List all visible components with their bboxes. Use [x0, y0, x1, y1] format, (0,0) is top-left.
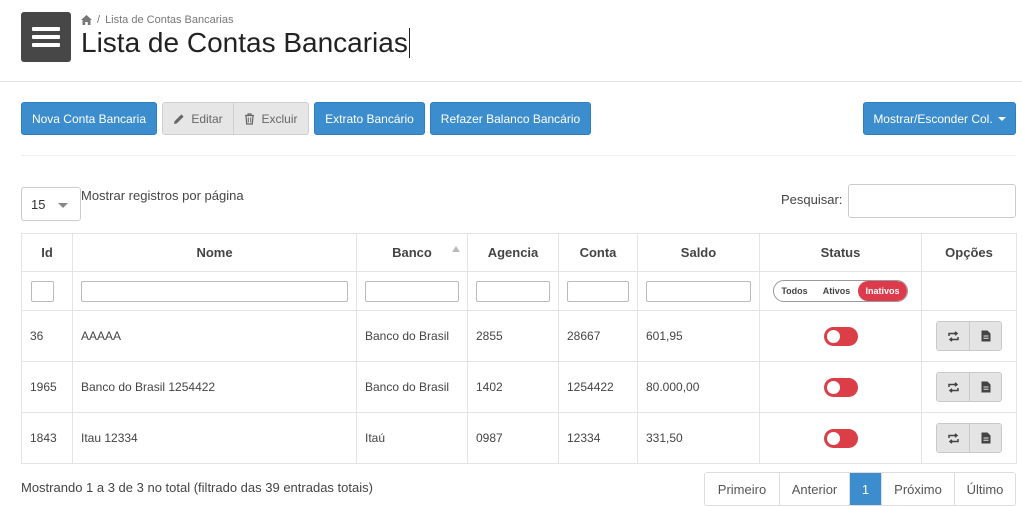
- rebalance-button[interactable]: Refazer Balanco Bancário: [430, 102, 591, 135]
- cell-conta: 1254422: [558, 361, 638, 413]
- table-header-row: Id Nome Banco Agencia Conta Saldo Status…: [21, 233, 1017, 272]
- search-input[interactable]: [848, 184, 1016, 218]
- new-account-button[interactable]: Nova Conta Bancaria: [21, 102, 157, 135]
- page-length-select[interactable]: 15: [21, 187, 81, 221]
- page-header: / Lista de Contas Bancarias Lista de Con…: [0, 0, 1022, 82]
- toggle-knob: [826, 431, 840, 445]
- hamburger-icon-line: [32, 35, 60, 39]
- toggle-columns-label: Mostrar/Esconder Col.: [873, 111, 993, 126]
- row-options: [936, 372, 1002, 402]
- breadcrumb-current: Lista de Contas Bancarias: [105, 14, 234, 26]
- cell-banco: Banco do Brasil: [356, 310, 468, 362]
- new-account-label: Nova Conta Bancaria: [31, 111, 147, 126]
- cell-saldo: 80.000,00: [637, 361, 760, 413]
- table-row[interactable]: 1843 Itau 12334 Itaú 0987 12334 331,50: [21, 412, 1017, 464]
- filter-nome-input[interactable]: [81, 280, 348, 302]
- repeat-icon[interactable]: [937, 373, 969, 401]
- repeat-icon[interactable]: [937, 424, 969, 452]
- pencil-icon: [173, 113, 185, 125]
- text-cursor: [408, 28, 410, 58]
- filter-banco-input[interactable]: [365, 280, 459, 302]
- toggle-columns-button[interactable]: Mostrar/Esconder Col.: [863, 102, 1016, 135]
- column-header-conta[interactable]: Conta: [558, 233, 638, 272]
- column-header-status[interactable]: Status: [759, 233, 922, 272]
- delete-button[interactable]: Excluir: [233, 102, 309, 135]
- cell-conta: 28667: [558, 310, 638, 362]
- row-options: [936, 423, 1002, 453]
- filter-id-input[interactable]: [31, 280, 54, 302]
- column-header-opcoes: Opções: [921, 233, 1017, 272]
- table-row[interactable]: 1965 Banco do Brasil 1254422 Banco do Br…: [21, 361, 1017, 413]
- edit-button[interactable]: Editar: [162, 102, 234, 135]
- status-toggle[interactable]: [823, 428, 858, 448]
- rebalance-label: Refazer Balanco Bancário: [440, 111, 581, 126]
- column-header-saldo[interactable]: Saldo: [637, 233, 760, 272]
- pager-last[interactable]: Último: [954, 473, 1015, 505]
- column-header-id[interactable]: Id: [21, 233, 73, 272]
- status-toggle[interactable]: [823, 326, 858, 346]
- cell-banco: Banco do Brasil: [356, 361, 468, 413]
- edit-label: Editar: [191, 111, 223, 126]
- bank-accounts-table: Id Nome Banco Agencia Conta Saldo Status…: [21, 233, 1017, 464]
- page-title: Lista de Contas Bancarias: [81, 26, 410, 60]
- column-header-nome[interactable]: Nome: [72, 233, 357, 272]
- status-filter-inactive[interactable]: Inativos: [858, 281, 907, 301]
- cell-agencia: 2855: [467, 310, 559, 362]
- document-icon[interactable]: [969, 322, 1001, 350]
- cell-nome: Itau 12334: [72, 412, 357, 464]
- pager-next[interactable]: Próximo: [881, 473, 954, 505]
- pager-page-1[interactable]: 1: [849, 473, 881, 505]
- row-options: [936, 321, 1002, 351]
- hamburger-icon-line: [32, 43, 60, 47]
- cell-banco: Itaú: [356, 412, 468, 464]
- cell-id: 1965: [21, 361, 73, 413]
- document-icon[interactable]: [969, 373, 1001, 401]
- cell-agencia: 0987: [467, 412, 559, 464]
- bank-statement-button[interactable]: Extrato Bancário: [314, 102, 425, 135]
- repeat-icon[interactable]: [937, 322, 969, 350]
- column-header-banco[interactable]: Banco: [356, 233, 468, 272]
- bank-statement-label: Extrato Bancário: [325, 111, 414, 126]
- status-filter-active[interactable]: Ativos: [815, 281, 858, 301]
- delete-label: Excluir: [261, 111, 298, 126]
- document-icon[interactable]: [969, 424, 1001, 452]
- pagination: Primeiro Anterior 1 Próximo Último: [704, 472, 1016, 506]
- toolbar-divider: [21, 155, 1016, 156]
- filter-conta-input[interactable]: [567, 280, 629, 302]
- cell-conta: 12334: [558, 412, 638, 464]
- filter-saldo-input[interactable]: [646, 280, 751, 302]
- filter-row: Todos Ativos Inativos: [21, 271, 1017, 311]
- toggle-knob: [826, 329, 840, 343]
- cell-nome: AAAAA: [72, 310, 357, 362]
- pager-first[interactable]: Primeiro: [705, 473, 779, 505]
- page-title-text: Lista de Contas Bancarias: [81, 27, 408, 58]
- table-info: Mostrando 1 a 3 de 3 no total (filtrado …: [21, 480, 373, 495]
- status-toggle[interactable]: [823, 377, 858, 397]
- cell-saldo: 331,50: [637, 412, 760, 464]
- cell-agencia: 1402: [467, 361, 559, 413]
- pager-previous[interactable]: Anterior: [779, 473, 849, 505]
- home-icon[interactable]: [81, 15, 92, 25]
- breadcrumb: / Lista de Contas Bancarias: [81, 14, 233, 26]
- breadcrumb-separator: /: [97, 14, 101, 26]
- filter-agencia-input[interactable]: [476, 280, 550, 302]
- page-length-label: Mostrar registros por página: [81, 188, 244, 203]
- trash-icon: [244, 112, 255, 125]
- chevron-down-icon: [58, 203, 68, 208]
- cell-nome: Banco do Brasil 1254422: [72, 361, 357, 413]
- caret-down-icon: [997, 116, 1006, 121]
- status-filter-toggle: Todos Ativos Inativos: [773, 280, 908, 302]
- menu-toggle-button[interactable]: [21, 12, 71, 62]
- page-length-value: 15: [31, 196, 46, 212]
- status-filter-all[interactable]: Todos: [774, 281, 815, 301]
- column-header-agencia[interactable]: Agencia: [467, 233, 559, 272]
- cell-id: 36: [21, 310, 73, 362]
- cell-saldo: 601,95: [637, 310, 760, 362]
- toggle-knob: [826, 380, 840, 394]
- search-label: Pesquisar:: [781, 192, 843, 207]
- cell-id: 1843: [21, 412, 73, 464]
- table-row[interactable]: 36 AAAAA Banco do Brasil 2855 28667 601,…: [21, 310, 1017, 362]
- hamburger-icon: [32, 27, 60, 31]
